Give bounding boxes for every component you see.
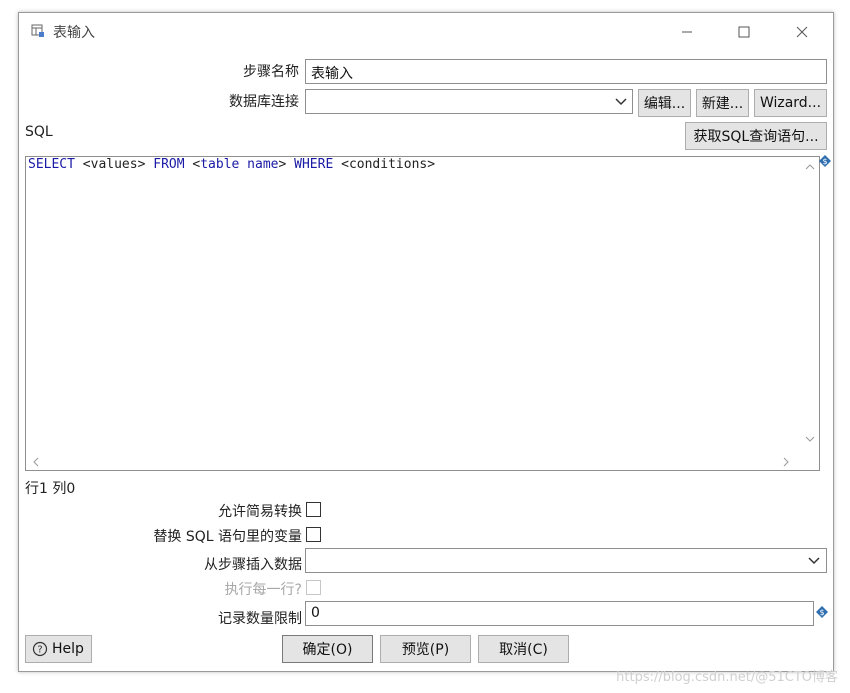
minimize-button[interactable]: [667, 19, 707, 45]
db-connection-select[interactable]: [305, 89, 633, 114]
sql-token: >: [278, 157, 295, 172]
svg-text:$: $: [822, 157, 827, 166]
help-icon: ?: [32, 641, 48, 657]
sql-token: <: [184, 157, 201, 172]
svg-text:$: $: [819, 608, 824, 617]
title-bar: 表输入: [19, 13, 833, 49]
window-title: 表输入: [53, 25, 95, 41]
table-input-icon: [31, 24, 44, 37]
execute-each-row-checkbox[interactable]: [306, 580, 321, 595]
limit-label: 记录数量限制: [218, 611, 302, 627]
wizard-button[interactable]: Wizard...: [754, 89, 827, 117]
horizontal-scrollbar[interactable]: [26, 452, 802, 470]
sql-token: table name: [200, 157, 279, 172]
insert-from-step-select[interactable]: [305, 548, 827, 573]
watermark: https://blog.csdn.net/@51CTO博客: [616, 670, 838, 685]
lazy-conversion-checkbox[interactable]: [306, 502, 321, 517]
svg-text:?: ?: [37, 645, 42, 656]
chevron-down-icon: [808, 557, 820, 565]
step-name-label: 步骤名称: [243, 64, 299, 80]
table-input-dialog: 表输入 步骤名称 表输入 数据库连接 编辑... 新建... Wizard...…: [18, 12, 834, 672]
minimize-icon: [682, 31, 692, 33]
chevron-down-icon: [615, 98, 627, 106]
sql-editor[interactable]: SELECT <values> FROM <table name> WHERE …: [25, 156, 820, 471]
edit-connection-button[interactable]: 编辑...: [638, 89, 691, 117]
sql-label: SQL: [25, 124, 53, 140]
help-button[interactable]: ? Help: [25, 635, 92, 663]
close-icon: [796, 26, 808, 38]
scroll-down-icon[interactable]: [805, 435, 815, 443]
sql-token: <conditions>: [333, 157, 436, 172]
lazy-conversion-label: 允许简易转换: [218, 504, 302, 520]
db-connection-label: 数据库连接: [229, 94, 299, 110]
limit-input[interactable]: 0: [305, 601, 814, 626]
scroll-left-icon[interactable]: [32, 457, 40, 467]
replace-variables-label: 替换 SQL 语句里的变量: [153, 529, 302, 545]
close-button[interactable]: [782, 19, 822, 45]
scroll-up-icon[interactable]: [805, 163, 815, 171]
cancel-button[interactable]: 取消(C): [478, 635, 569, 663]
vertical-scrollbar[interactable]: [801, 157, 819, 453]
help-label: Help: [52, 641, 84, 657]
execute-each-row-label: 执行每一行?: [224, 582, 302, 598]
replace-variables-checkbox[interactable]: [306, 527, 321, 542]
scroll-right-icon[interactable]: [782, 457, 790, 467]
sql-token: FROM: [153, 157, 185, 172]
insert-from-step-label: 从步骤插入数据: [204, 557, 302, 573]
variable-icon[interactable]: $: [816, 606, 828, 618]
preview-button[interactable]: 预览(P): [380, 635, 471, 663]
maximize-button[interactable]: [724, 19, 764, 45]
variable-icon[interactable]: $: [819, 155, 831, 167]
step-name-input[interactable]: 表输入: [305, 59, 827, 84]
ok-button[interactable]: 确定(O): [282, 635, 373, 663]
sql-token: <values>: [74, 157, 154, 172]
get-sql-query-button[interactable]: 获取SQL查询语句...: [685, 122, 827, 150]
cursor-position: 行1 列0: [25, 481, 76, 497]
sql-token: WHERE: [294, 157, 334, 172]
new-connection-button[interactable]: 新建...: [696, 89, 749, 117]
maximize-icon: [738, 26, 750, 38]
sql-token: SELECT: [28, 157, 75, 172]
sql-code: SELECT <values> FROM <table name> WHERE …: [28, 157, 435, 172]
